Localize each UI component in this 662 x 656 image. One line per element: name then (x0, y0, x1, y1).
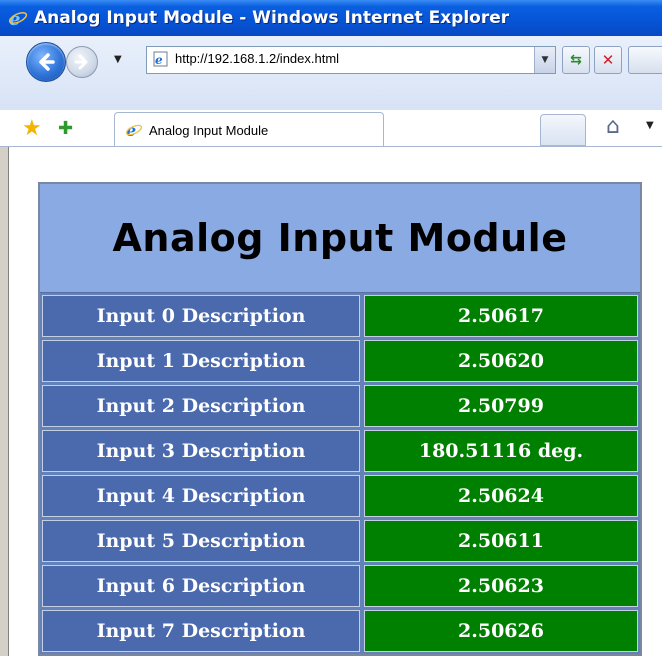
input-label: Input 0 Description (42, 295, 360, 337)
navigation-bar: ▼ e http://192.168.1.2/index.html ▼ ⇆ ✕ (0, 36, 662, 110)
home-dropdown-icon[interactable]: ▼ (646, 120, 654, 131)
favorites-star-icon[interactable]: ★ (22, 118, 42, 140)
table-row: Input 5 Description 2.50611 (42, 520, 638, 562)
table-row: Input 7 Description 2.50626 (42, 610, 638, 652)
table-row: Input 1 Description 2.50620 (42, 340, 638, 382)
input-label: Input 2 Description (42, 385, 360, 427)
table-row: Input 0 Description 2.50617 (42, 295, 638, 337)
svg-text:e: e (155, 53, 163, 67)
address-field[interactable]: e http://192.168.1.2/index.html ▼ (146, 46, 556, 74)
input-label: Input 5 Description (42, 520, 360, 562)
input-value: 180.51116 deg. (364, 430, 638, 472)
refresh-icon: ⇆ (570, 52, 582, 68)
input-value: 2.50799 (364, 385, 638, 427)
back-arrow-icon (39, 53, 55, 71)
input-rows: Input 0 Description 2.50617 Input 1 Desc… (40, 293, 640, 654)
input-label: Input 1 Description (42, 340, 360, 382)
input-label: Input 6 Description (42, 565, 360, 607)
input-value: 2.50623 (364, 565, 638, 607)
input-value: 2.50626 (364, 610, 638, 652)
window-title: Analog Input Module - Windows Internet E… (34, 8, 510, 28)
window-title-bar: e Analog Input Module - Windows Internet… (0, 0, 662, 36)
refresh-button[interactable]: ⇆ (562, 46, 590, 74)
toolbar-divider (0, 146, 662, 147)
tab-label: Analog Input Module (149, 122, 269, 138)
window-left-border (0, 147, 9, 656)
table-row: Input 2 Description 2.50799 (42, 385, 638, 427)
input-value: 2.50620 (364, 340, 638, 382)
back-button[interactable] (26, 42, 66, 82)
page-icon: e (153, 51, 168, 67)
history-dropdown-icon[interactable]: ▼ (114, 54, 122, 65)
stop-button[interactable]: ✕ (594, 46, 622, 74)
add-favorite-icon[interactable]: ✚ (58, 119, 73, 139)
input-value: 2.50611 (364, 520, 638, 562)
module-header: Analog Input Module (40, 184, 640, 293)
home-icon[interactable]: ⌂ (606, 114, 620, 139)
input-label: Input 7 Description (42, 610, 360, 652)
table-row: Input 4 Description 2.50624 (42, 475, 638, 517)
input-value: 2.50617 (364, 295, 638, 337)
input-label: Input 4 Description (42, 475, 360, 517)
stop-icon: ✕ (601, 51, 615, 69)
ie-tab-icon: e (125, 121, 143, 139)
page-title: Analog Input Module (112, 216, 568, 260)
forward-button[interactable] (66, 46, 98, 78)
address-text[interactable]: http://192.168.1.2/index.html (175, 51, 339, 66)
address-dropdown-icon[interactable]: ▼ (534, 47, 555, 73)
new-tab-button[interactable] (540, 114, 586, 146)
analog-input-table: Analog Input Module Input 0 Description … (38, 182, 642, 656)
tab-analog-input-module[interactable]: e Analog Input Module (114, 112, 384, 147)
input-label: Input 3 Description (42, 430, 360, 472)
table-row: Input 3 Description 180.51116 deg. (42, 430, 638, 472)
table-row: Input 6 Description 2.50623 (42, 565, 638, 607)
search-box-edge[interactable] (628, 46, 662, 74)
forward-arrow-icon (74, 54, 88, 70)
ie-logo-icon: e (8, 9, 28, 28)
input-value: 2.50624 (364, 475, 638, 517)
